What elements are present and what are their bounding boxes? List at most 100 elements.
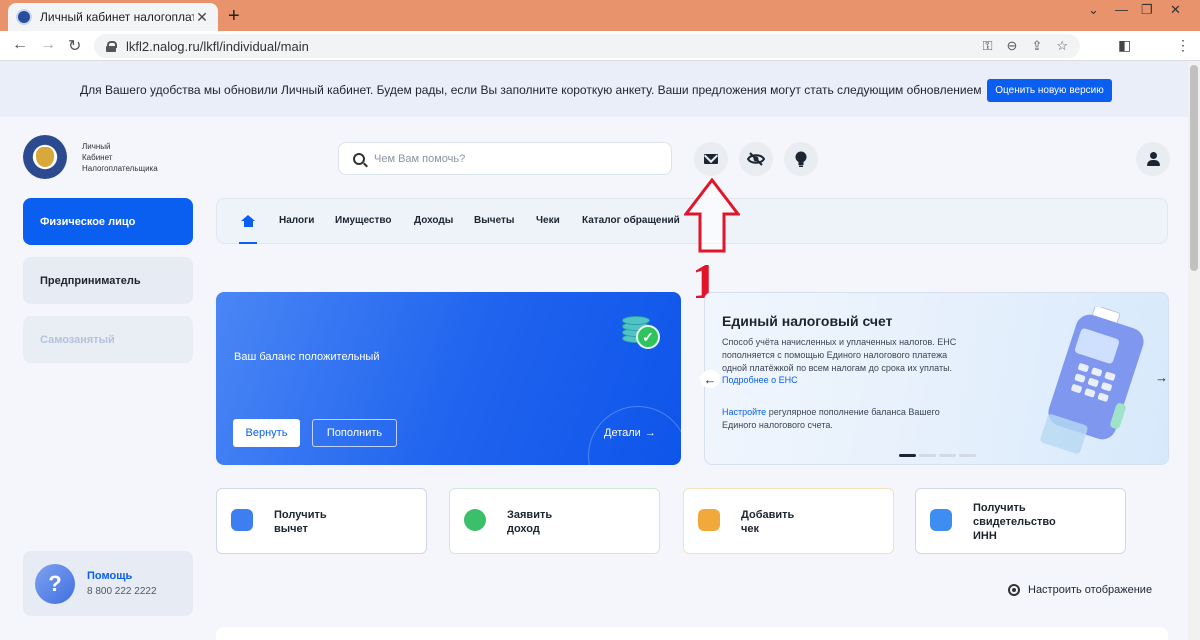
eagle-emblem-icon <box>36 147 54 167</box>
receipt-icon <box>698 509 720 531</box>
ruble-coin-icon <box>464 509 486 531</box>
active-tab-indicator <box>239 242 257 244</box>
certificate-monitor-icon <box>930 509 952 531</box>
balance-status: Ваш баланс положительный <box>234 351 380 363</box>
brand-title[interactable]: Личный Кабинет Налогоплательщика <box>82 141 158 174</box>
search-placeholder: Чем Вам помочь? <box>374 152 466 165</box>
sidebar-item-individual[interactable]: Физическое лицо <box>23 198 193 245</box>
quick-action-inn[interactable]: Получить свидетельство ИНН <box>915 488 1126 554</box>
return-button[interactable]: Вернуть <box>233 419 300 447</box>
tab-title: Личный кабинет налогоплатель <box>40 10 194 24</box>
quick-action-income[interactable]: Заявить доход <box>449 488 660 554</box>
browser-address-bar: ← → ↻ lkfl2.nalog.ru/lkfl/individual/mai… <box>0 31 1200 61</box>
help-question-icon: ? <box>35 564 75 604</box>
ens-setup-text: Настройте регулярное пополнение баланса … <box>722 406 974 432</box>
browser-tab-bar: Личный кабинет налогоплатель ✕ + ⌄ — ❐ ✕ <box>0 0 1200 31</box>
window-close-icon[interactable]: ✕ <box>1170 2 1181 18</box>
carousel-next-icon[interactable]: → <box>1155 370 1168 385</box>
arrow-right-icon: → <box>644 427 656 439</box>
site-favicon-icon <box>16 9 32 25</box>
forward-icon[interactable]: → <box>40 36 56 54</box>
announcement-banner: Для Вашего удобства мы обновили Личный к… <box>0 61 1188 117</box>
nav-item-taxes[interactable]: Налоги <box>279 215 314 226</box>
page-scrollbar[interactable] <box>1188 61 1200 640</box>
nav-item-income[interactable]: Доходы <box>414 215 453 226</box>
customize-view-button[interactable]: Настроить отображение <box>1008 584 1152 596</box>
rate-new-version-button[interactable]: Оценить новую версию <box>987 79 1112 102</box>
carousel-dot[interactable] <box>899 454 916 457</box>
brand-line: Налогоплательщика <box>82 164 158 173</box>
chevron-down-icon[interactable]: ⌄ <box>1088 2 1099 18</box>
url-field[interactable]: lkfl2.nalog.ru/lkfl/individual/main ⚿ ⊖ … <box>94 34 1080 58</box>
eye-off-icon <box>747 152 765 166</box>
scrollbar-thumb[interactable] <box>1190 65 1198 271</box>
quick-action-receipt[interactable]: Добавить чек <box>683 488 894 554</box>
browser-menu-icon[interactable]: ⋮ <box>1176 37 1190 54</box>
annotation-arrow <box>684 178 740 253</box>
carousel-prev-icon[interactable]: ← <box>700 370 720 388</box>
back-icon[interactable]: ← <box>12 36 28 54</box>
quick-action-label: Получить свидетельство ИНН <box>973 502 1056 542</box>
help-title[interactable]: Помощь <box>87 570 132 582</box>
details-label: Детали <box>604 427 641 439</box>
key-icon[interactable]: ⚿ <box>983 38 993 54</box>
url-text: lkfl2.nalog.ru/lkfl/individual/main <box>126 38 309 54</box>
ens-description: Способ учёта начисленных и уплаченных на… <box>722 337 957 373</box>
payment-terminal-icon <box>1040 307 1144 454</box>
search-input[interactable]: Чем Вам помочь? <box>338 142 672 175</box>
details-link[interactable]: Детали → <box>604 427 656 439</box>
fns-logo[interactable] <box>23 135 67 179</box>
share-icon[interactable]: ⇪ <box>1031 38 1042 54</box>
ens-title: Единый налоговый счет <box>722 313 893 329</box>
topup-button[interactable]: Пополнить <box>312 419 397 447</box>
side-panel-icon[interactable]: ◧ <box>1118 37 1131 54</box>
quick-action-label: Добавить чек <box>741 509 795 535</box>
quick-action-label: Получить вычет <box>274 509 327 535</box>
home-icon[interactable] <box>241 215 255 227</box>
nav-item-receipts[interactable]: Чеки <box>536 215 560 226</box>
messages-button[interactable] <box>694 142 728 176</box>
coins-check-icon: ✓ <box>622 312 660 349</box>
brand-line: Кабинет <box>82 153 113 162</box>
browser-tab[interactable]: Личный кабинет налогоплатель ✕ <box>8 3 218 31</box>
balance-card: Ваш баланс положительный ✓ Вернуть Попол… <box>216 292 681 465</box>
new-tab-icon[interactable]: + <box>228 5 240 28</box>
search-icon <box>353 152 365 165</box>
setup-link[interactable]: Настройте <box>722 407 766 417</box>
content-panel <box>216 627 1168 640</box>
profile-button[interactable] <box>1136 142 1170 176</box>
carousel-dot[interactable] <box>959 454 976 457</box>
gear-icon <box>1008 584 1020 596</box>
lightbulb-icon <box>795 151 807 167</box>
lock-icon <box>106 40 117 52</box>
carousel-dot[interactable] <box>919 454 936 457</box>
bookmark-star-icon[interactable]: ☆ <box>1056 38 1068 54</box>
zoom-icon[interactable]: ⊖ <box>1007 38 1018 54</box>
carousel-dot[interactable] <box>939 454 956 457</box>
nav-item-property[interactable]: Имущество <box>335 215 391 226</box>
hide-balance-button[interactable] <box>739 142 773 176</box>
tab-close-icon[interactable]: ✕ <box>194 9 210 26</box>
customize-view-label: Настроить отображение <box>1028 584 1153 596</box>
reload-icon[interactable]: ↻ <box>68 36 81 56</box>
ens-more-link[interactable]: Подробнее о ЕНС <box>722 375 798 385</box>
quick-action-deduction[interactable]: Получить вычет <box>216 488 427 554</box>
ens-card: Единый налоговый счет Способ учёта начис… <box>704 292 1169 465</box>
help-card[interactable]: ? Помощь 8 800 222 2222 <box>23 551 193 616</box>
nav-item-deductions[interactable]: Вычеты <box>474 215 514 226</box>
user-icon <box>1146 152 1160 166</box>
tips-button[interactable] <box>784 142 818 176</box>
banner-text: Для Вашего удобства мы обновили Личный к… <box>80 83 982 97</box>
check-icon: ✓ <box>636 325 660 349</box>
nav-item-requests-catalog[interactable]: Каталог обращений <box>582 215 680 226</box>
sidebar-item-entrepreneur[interactable]: Предприниматель <box>23 257 193 304</box>
minimize-icon[interactable]: — <box>1115 2 1128 17</box>
help-phone: 8 800 222 2222 <box>87 586 157 597</box>
mail-icon <box>704 154 718 164</box>
brand-line: Личный <box>82 142 111 151</box>
quick-action-label: Заявить доход <box>507 509 553 535</box>
wallet-icon <box>231 509 253 531</box>
restore-icon[interactable]: ❐ <box>1141 2 1153 18</box>
carousel-dots <box>899 454 976 457</box>
sidebar-item-self-employed[interactable]: Самозанятый <box>23 316 193 363</box>
